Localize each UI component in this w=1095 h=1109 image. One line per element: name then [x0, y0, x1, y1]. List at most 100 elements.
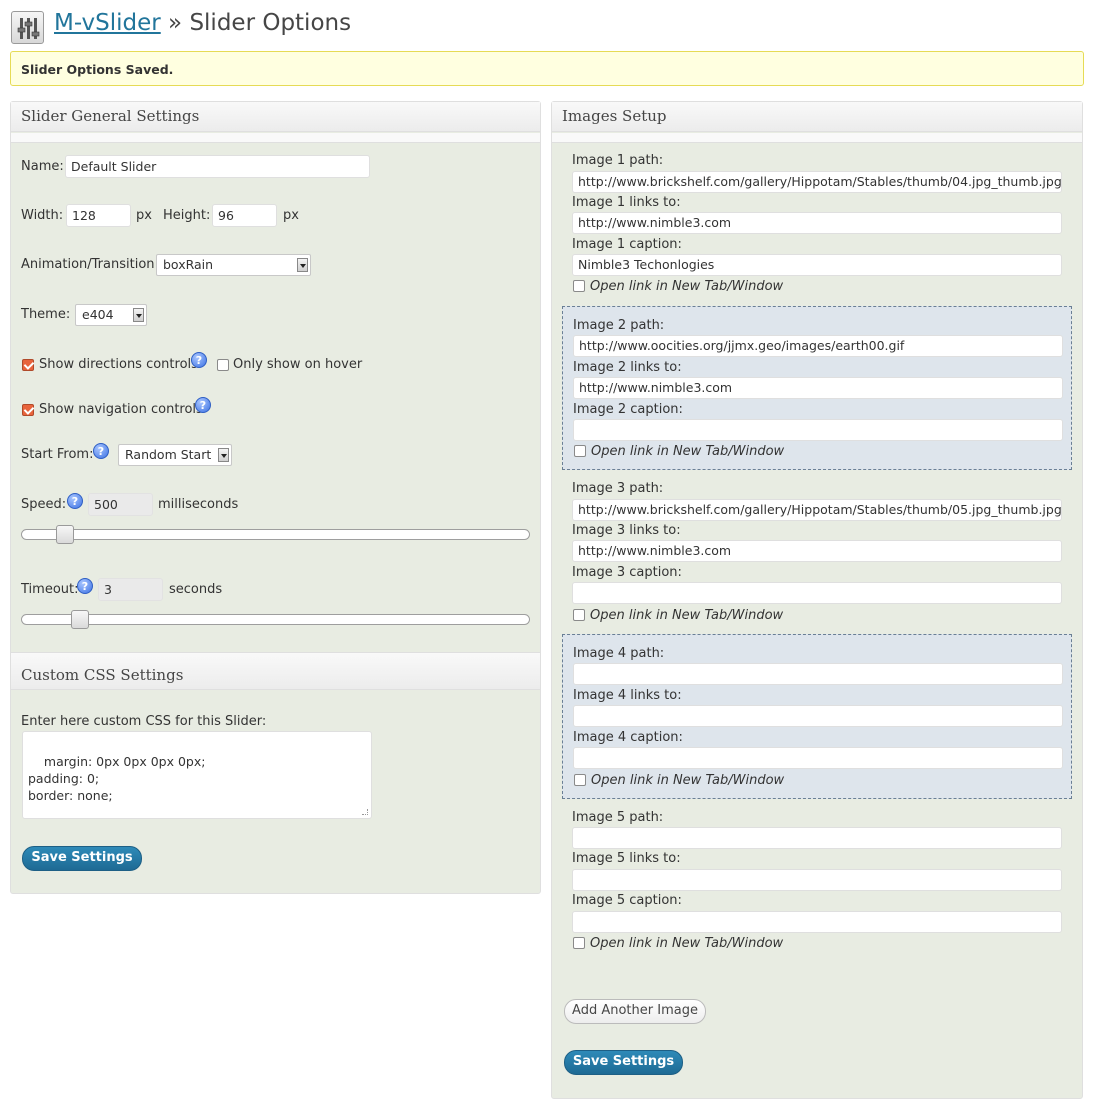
image-path-label: Image 4 path:: [573, 646, 665, 661]
custom-css-heading: Custom CSS Settings: [11, 652, 540, 690]
image-5-block: Image 5 path: Image 5 links to: Image 5 …: [562, 804, 1072, 959]
width-unit: px: [136, 208, 152, 223]
page-title-text: Slider Options: [189, 10, 352, 36]
image-path-input[interactable]: http://www.brickshelf.com/gallery/Hippot…: [572, 171, 1062, 193]
image-links-label: Image 1 links to:: [572, 195, 681, 210]
image-caption-input[interactable]: [573, 419, 1063, 441]
width-input[interactable]: 128: [66, 204, 131, 227]
start-from-label: Start From:: [21, 447, 94, 462]
resize-grip-icon[interactable]: [362, 809, 368, 815]
open-new-tab-label: Open link in New Tab/Window: [590, 936, 784, 951]
open-new-tab-label: Open link in New Tab/Window: [591, 773, 785, 788]
timeout-slider-handle[interactable]: [71, 610, 89, 629]
custom-css-textarea[interactable]: margin: 0px 0px 0px 0px; padding: 0; bor…: [22, 731, 372, 819]
show-navigation-checkbox[interactable]: [22, 404, 34, 416]
image-caption-label: Image 5 caption:: [572, 893, 682, 908]
only-hover-label: Only show on hover: [233, 357, 363, 372]
custom-css-value: margin: 0px 0px 0px 0px; padding: 0; bor…: [28, 754, 206, 803]
theme-label: Theme:: [21, 307, 71, 322]
image-caption-input[interactable]: [572, 582, 1062, 604]
image-links-label: Image 2 links to:: [573, 360, 682, 375]
save-settings-button[interactable]: Save Settings: [22, 846, 142, 871]
plugin-settings-icon: [11, 11, 44, 44]
image-caption-label: Image 1 caption:: [572, 237, 682, 252]
animation-label: Animation/Transition:: [21, 257, 159, 272]
image-links-label: Image 5 links to:: [572, 851, 681, 866]
image-path-label: Image 1 path:: [572, 153, 664, 168]
image-caption-label: Image 4 caption:: [573, 730, 683, 745]
open-new-tab-checkbox[interactable]: [574, 774, 586, 786]
speed-label: Speed:: [21, 497, 67, 512]
chevron-down-icon: [297, 258, 308, 272]
only-hover-checkbox[interactable]: [217, 359, 229, 371]
saved-notice: Slider Options Saved.: [10, 51, 1084, 86]
chevron-down-icon: [218, 448, 229, 462]
image-caption-label: Image 2 caption:: [573, 402, 683, 417]
height-unit: px: [283, 208, 299, 223]
theme-select[interactable]: e404: [75, 304, 147, 326]
start-from-select[interactable]: Random Start: [118, 444, 232, 466]
timeout-slider[interactable]: [21, 610, 530, 629]
show-directions-checkbox[interactable]: [22, 359, 34, 371]
show-navigation-label: Show navigation controls: [39, 402, 203, 417]
name-input[interactable]: Default Slider: [65, 155, 370, 178]
open-new-tab-label: Open link in New Tab/Window: [591, 444, 785, 459]
animation-value: boxRain: [163, 257, 214, 272]
help-icon[interactable]: ?: [191, 352, 207, 368]
help-icon[interactable]: ?: [93, 443, 109, 459]
image-links-input[interactable]: [572, 869, 1062, 891]
image-links-label: Image 3 links to:: [572, 523, 681, 538]
timeout-unit: seconds: [169, 582, 223, 597]
start-from-value: Random Start: [125, 447, 212, 462]
image-links-input[interactable]: http://www.nimble3.com: [572, 212, 1062, 234]
show-directions-label: Show directions controls: [39, 357, 198, 372]
timeout-input[interactable]: 3: [98, 578, 163, 601]
image-path-input[interactable]: http://www.oocities.org/jjmx.geo/images/…: [573, 335, 1063, 357]
open-new-tab-checkbox[interactable]: [573, 609, 585, 621]
image-caption-label: Image 3 caption:: [572, 565, 682, 580]
open-new-tab-checkbox[interactable]: [573, 937, 585, 949]
image-path-label: Image 5 path:: [572, 810, 664, 825]
width-label: Width:: [21, 208, 64, 223]
page-title: M-vSlider » Slider Options: [54, 10, 351, 36]
plugin-link[interactable]: M-vSlider: [54, 10, 161, 36]
name-label: Name:: [21, 159, 64, 174]
image-path-label: Image 2 path:: [573, 318, 665, 333]
image-caption-input[interactable]: Nimble3 Techonlogies: [572, 254, 1062, 276]
image-links-label: Image 4 links to:: [573, 688, 682, 703]
image-caption-input[interactable]: [573, 747, 1063, 769]
speed-unit: milliseconds: [158, 497, 239, 512]
image-links-input[interactable]: http://www.nimble3.com: [573, 377, 1063, 399]
open-new-tab-checkbox[interactable]: [573, 280, 585, 292]
speed-slider[interactable]: [21, 525, 530, 544]
image-path-input[interactable]: [572, 827, 1062, 849]
help-icon[interactable]: ?: [67, 493, 83, 509]
speed-slider-handle[interactable]: [56, 525, 74, 544]
help-icon[interactable]: ?: [195, 397, 211, 413]
image-path-input[interactable]: [573, 663, 1063, 685]
speed-input[interactable]: 500: [88, 493, 153, 516]
image-1-block: Image 1 path: http://www.brickshelf.com/…: [562, 147, 1072, 302]
height-label: Height:: [163, 208, 211, 223]
image-links-input[interactable]: [573, 705, 1063, 727]
chevron-down-icon: [133, 308, 144, 322]
timeout-label: Timeout:: [21, 582, 79, 597]
image-links-input[interactable]: http://www.nimble3.com: [572, 540, 1062, 562]
image-3-block: Image 3 path: http://www.brickshelf.com/…: [562, 475, 1072, 630]
general-settings-panel: Slider General Settings Name: Default Sl…: [10, 101, 541, 894]
images-setup-panel: Images Setup Image 1 path: http://www.br…: [551, 101, 1083, 1099]
open-new-tab-checkbox[interactable]: [574, 445, 586, 457]
image-4-block: Image 4 path: Image 4 links to: Image 4 …: [562, 634, 1072, 799]
general-settings-heading: Slider General Settings: [11, 102, 540, 132]
animation-select[interactable]: boxRain: [156, 254, 311, 276]
image-path-input[interactable]: http://www.brickshelf.com/gallery/Hippot…: [572, 499, 1062, 521]
open-new-tab-label: Open link in New Tab/Window: [590, 608, 784, 623]
save-settings-button[interactable]: Save Settings: [564, 1050, 683, 1075]
add-another-image-button[interactable]: Add Another Image: [564, 999, 706, 1024]
images-setup-heading: Images Setup: [552, 102, 1082, 132]
image-caption-input[interactable]: [572, 911, 1062, 933]
image-2-block: Image 2 path: http://www.oocities.org/jj…: [562, 306, 1072, 470]
help-icon[interactable]: ?: [77, 578, 93, 594]
height-input[interactable]: 96: [212, 204, 277, 227]
theme-value: e404: [82, 307, 114, 322]
